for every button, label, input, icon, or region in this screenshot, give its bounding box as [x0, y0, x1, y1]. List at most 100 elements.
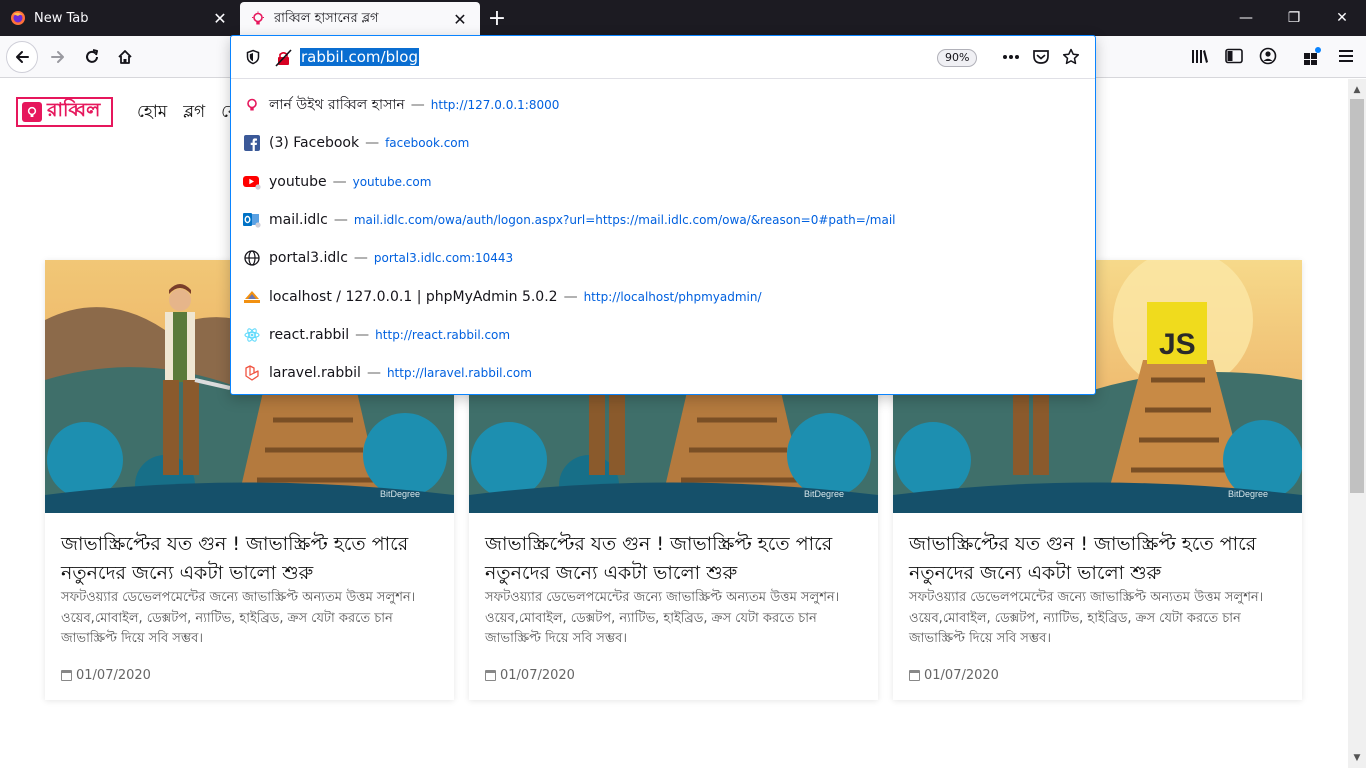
bulb-icon	[250, 11, 266, 27]
window-controls: — ❐ ✕	[1222, 0, 1366, 36]
suggestion-item[interactable]: লার্ন উইথ রাব্বিল হাসান — http://127.0.0…	[231, 86, 1095, 124]
card-date: 01/07/2020	[485, 668, 575, 683]
suggestion-title: laravel.rabbil	[269, 365, 361, 382]
new-tab-button[interactable]: +	[480, 0, 514, 36]
back-button[interactable]	[6, 41, 38, 73]
page-scrollbar[interactable]: ▲ ▼	[1348, 79, 1366, 768]
tab-title: New Tab	[34, 10, 89, 26]
close-window-icon[interactable]: ✕	[1318, 0, 1366, 36]
tab-new-tab[interactable]: New Tab ✕	[0, 0, 240, 36]
suggestion-separator: —	[366, 365, 381, 382]
menu-item-home[interactable]: হোম	[137, 99, 167, 127]
suggestion-title: (3) Facebook	[269, 135, 360, 152]
restore-icon[interactable]: ❐	[1270, 0, 1318, 36]
urlbar[interactable]: rabbil.com/blog 90%	[231, 36, 1095, 79]
suggestion-title: mail.idlc	[269, 212, 328, 229]
suggestion-url: http://react.rabbil.com	[375, 327, 511, 342]
site-logo[interactable]: রাব্বিল	[16, 97, 113, 127]
tab-strip: New Tab ✕ রাব্বিল হাসানের ব্লগ ✕ + — ❐ ✕	[0, 0, 1366, 36]
account-icon[interactable]	[1256, 44, 1280, 68]
insecure-lock-icon[interactable]	[275, 49, 293, 71]
suggestion-title: localhost / 127.0.0.1 | phpMyAdmin 5.0.2	[269, 288, 558, 305]
card-date: 01/07/2020	[61, 668, 151, 683]
card-title[interactable]: জাভাস্ক্রিপ্টের যত গুন ! জাভাস্ক্রিপ্ট হ…	[909, 530, 1289, 588]
close-tab-icon[interactable]: ✕	[210, 8, 230, 28]
suggestion-item[interactable]: mail.idlc — mail.idlc.com/owa/auth/logon…	[231, 201, 1095, 239]
extensions-icon[interactable]	[1300, 44, 1324, 68]
suggestion-separator: —	[332, 173, 347, 190]
suggestion-separator: —	[410, 97, 425, 114]
firefox-icon	[10, 10, 26, 26]
watermark-text: BitDegree	[1228, 489, 1268, 499]
suggestion-url: http://laravel.rabbil.com	[386, 366, 532, 381]
scroll-thumb[interactable]	[1350, 99, 1364, 493]
suggestion-url: facebook.com	[385, 136, 470, 151]
tab-blog[interactable]: রাব্বিল হাসানের ব্লগ ✕	[240, 2, 480, 36]
card-date: 01/07/2020	[909, 668, 999, 683]
youtube-icon	[243, 173, 261, 191]
url-input[interactable]: rabbil.com/blog	[300, 48, 419, 66]
menu-item-blog[interactable]: ব্লগ	[183, 99, 205, 127]
suggestion-item[interactable]: localhost / 127.0.0.1 | phpMyAdmin 5.0.2…	[231, 277, 1095, 315]
react-icon	[243, 326, 261, 344]
brand-name: রাব্বিল	[47, 99, 101, 121]
home-button[interactable]	[109, 41, 141, 73]
scroll-up-icon[interactable]: ▲	[1348, 81, 1366, 98]
scroll-down-icon[interactable]: ▼	[1348, 749, 1366, 766]
watermark-text: BitDegree	[380, 489, 420, 499]
suggestion-url: http://127.0.0.1:8000	[430, 98, 560, 113]
suggestion-separator: —	[333, 212, 348, 229]
site-menu: হোম ব্লগ বে	[137, 99, 238, 127]
card-title[interactable]: জাভাস্ক্রিপ্টের যত গুন ! জাভাস্ক্রিপ্ট হ…	[61, 530, 441, 588]
card-description: সফটওয়্যার ডেভেলপমেন্টের জন্যে জাভাস্ক্র…	[61, 590, 416, 646]
suggestion-url: mail.idlc.com/owa/auth/logon.aspx?url=ht…	[353, 213, 896, 228]
sidebar-icon[interactable]	[1222, 44, 1246, 68]
bookmark-star-icon[interactable]	[1061, 47, 1081, 67]
suggestion-url: portal3.idlc.com:10443	[373, 251, 514, 266]
outlook-icon	[243, 211, 261, 229]
laravel-icon	[243, 364, 261, 382]
suggestion-item[interactable]: react.rabbil — http://react.rabbil.com	[231, 316, 1095, 354]
js-badge: JS	[1159, 328, 1196, 361]
minimize-icon[interactable]: —	[1222, 0, 1270, 36]
watermark-text: BitDegree	[804, 489, 844, 499]
globe-icon	[243, 249, 261, 267]
date-text: 01/07/2020	[924, 668, 999, 683]
card-description: সফটওয়্যার ডেভেলপমেন্টের জন্যে জাভাস্ক্র…	[485, 590, 840, 646]
suggestion-title: portal3.idlc	[269, 250, 348, 267]
menu-hamburger-icon[interactable]	[1334, 44, 1358, 68]
suggestion-separator: —	[365, 135, 380, 152]
bulb-icon	[243, 96, 261, 114]
suggestion-separator: —	[563, 288, 578, 305]
close-tab-icon[interactable]: ✕	[450, 9, 470, 29]
page-actions-icon[interactable]	[1001, 47, 1021, 67]
reload-button[interactable]	[76, 41, 108, 73]
bulb-icon	[22, 102, 42, 122]
calendar-icon	[61, 670, 72, 681]
suggestion-item[interactable]: portal3.idlc — portal3.idlc.com:10443	[231, 239, 1095, 277]
tab-title: রাব্বিল হাসানের ব্লগ	[274, 10, 379, 26]
suggestion-url: youtube.com	[352, 174, 432, 189]
card-title[interactable]: জাভাস্ক্রিপ্টের যত গুন ! জাভাস্ক্রিপ্ট হ…	[485, 530, 865, 588]
calendar-icon	[909, 670, 920, 681]
forward-button[interactable]	[42, 41, 74, 73]
pocket-icon[interactable]	[1031, 47, 1051, 67]
calendar-icon	[485, 670, 496, 681]
facebook-icon	[243, 134, 261, 152]
phpmyadmin-icon	[243, 288, 261, 306]
card-description: সফটওয়্যার ডেভেলপমেন্টের জন্যে জাভাস্ক্র…	[909, 590, 1264, 646]
suggestion-title: react.rabbil	[269, 326, 350, 343]
suggestion-item[interactable]: laravel.rabbil — http://laravel.rabbil.c…	[231, 354, 1095, 392]
date-text: 01/07/2020	[76, 668, 151, 683]
suggestion-title: youtube	[269, 173, 327, 190]
suggestion-separator: —	[355, 326, 370, 343]
library-icon[interactable]	[1188, 44, 1212, 68]
suggestion-item[interactable]: (3) Facebook — facebook.com	[231, 124, 1095, 162]
zoom-level-button[interactable]: 90%	[937, 49, 978, 67]
url-selected-text: rabbil.com/blog	[300, 48, 419, 66]
suggestion-title: লার্ন উইথ রাব্বিল হাসান	[269, 97, 405, 114]
tracking-protection-shield-icon[interactable]	[245, 49, 261, 69]
suggestion-item[interactable]: youtube — youtube.com	[231, 163, 1095, 201]
page-actions	[1001, 47, 1081, 67]
suggestion-list: লার্ন উইথ রাব্বিল হাসান — http://127.0.0…	[231, 86, 1095, 392]
